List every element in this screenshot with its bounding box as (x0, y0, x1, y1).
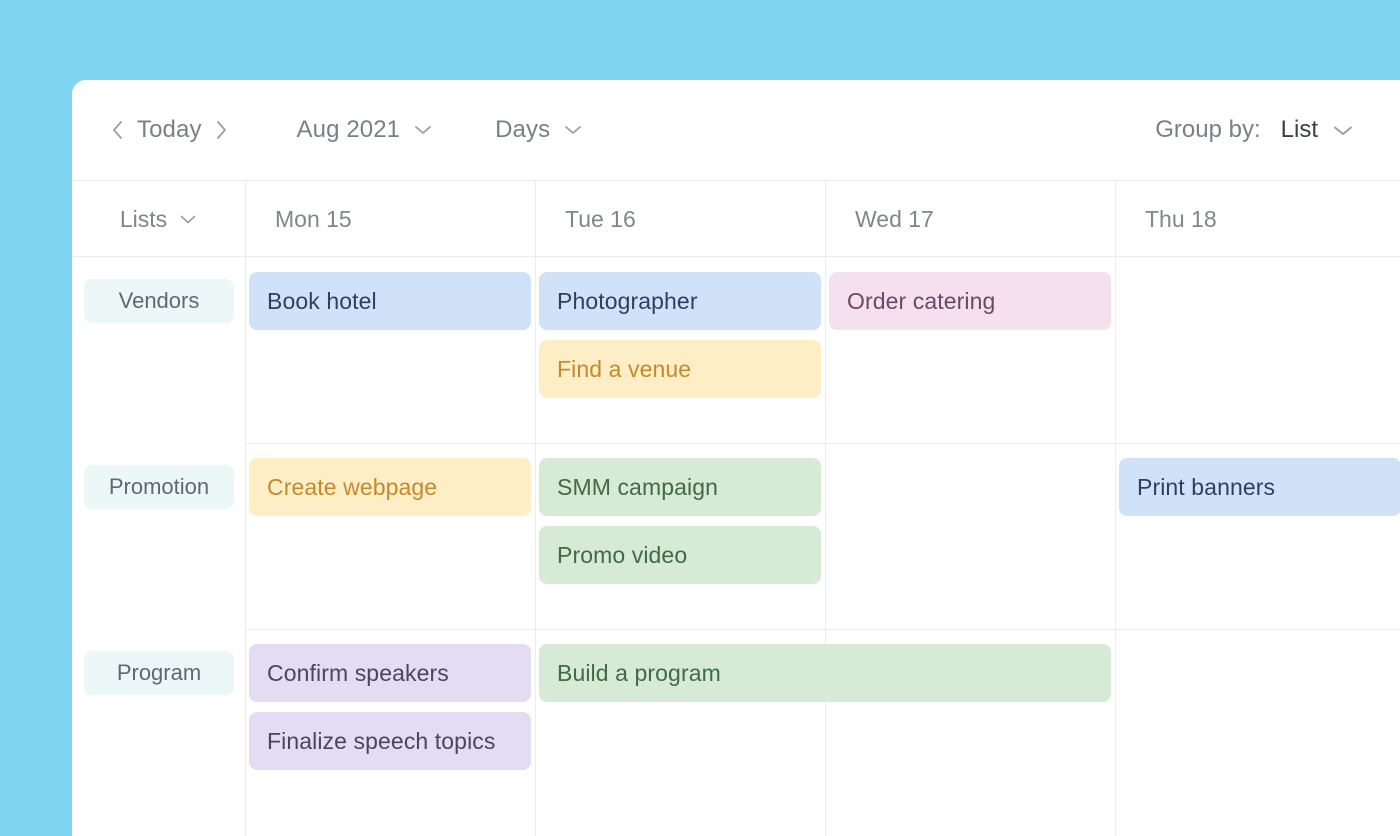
group-by-label: Group by: (1155, 116, 1260, 144)
group-by-value[interactable]: List (1281, 116, 1318, 144)
task-title: Build a program (557, 660, 721, 687)
toolbar-right-group: Group by: List (1155, 116, 1400, 144)
scale-selector[interactable]: Days (495, 116, 583, 144)
toolbar-left-group: Today Aug 2021 Days (72, 114, 583, 146)
calendar-panel: Today Aug 2021 Days (72, 80, 1400, 836)
list-group-label: Program (117, 660, 201, 686)
list-group-chip[interactable]: Promotion (84, 465, 234, 509)
task-title: Print banners (1137, 474, 1275, 501)
list-group-label: Vendors (119, 288, 200, 314)
day-column-label: Wed 17 (855, 206, 934, 233)
chevron-left-icon[interactable] (104, 114, 131, 146)
task-card[interactable]: Book hotel (249, 272, 531, 330)
task-card[interactable]: Photographer (539, 272, 821, 330)
chevron-down-icon[interactable] (1332, 124, 1354, 137)
day-column-label: Mon 15 (275, 206, 352, 233)
task-card[interactable]: Create webpage (249, 458, 531, 516)
list-group-chip[interactable]: Vendors (84, 279, 234, 323)
grid-body: Vendors Book hotel Photographer Find a venu… (72, 257, 1400, 836)
task-card[interactable]: Finalize speech topics (249, 712, 531, 770)
group-row: Vendors Book hotel Photographer Find a venu… (72, 257, 1400, 443)
task-title: Order catering (847, 288, 995, 315)
lists-header-toggle[interactable]: Lists (120, 206, 197, 233)
task-card[interactable]: Find a venue (539, 340, 821, 398)
day-column-header[interactable]: Tue 16 (535, 181, 825, 257)
task-title: Find a venue (557, 356, 691, 383)
task-card[interactable]: Promo video (539, 526, 821, 584)
task-title: Finalize speech topics (267, 728, 495, 755)
task-title: Photographer (557, 288, 698, 315)
task-title: Create webpage (267, 474, 437, 501)
task-title: Confirm speakers (267, 660, 449, 687)
list-group-label: Promotion (109, 474, 209, 500)
day-column-header[interactable]: Thu 18 (1115, 181, 1400, 257)
chevron-down-icon (413, 124, 433, 136)
day-column-label: Tue 16 (565, 206, 636, 233)
group-row: Program Confirm speakers Finalize speech t… (72, 629, 1400, 836)
task-card[interactable]: SMM campaign (539, 458, 821, 516)
task-card[interactable]: Build a program (539, 644, 1111, 702)
chevron-down-icon (563, 124, 583, 136)
day-column-header[interactable]: Wed 17 (825, 181, 1115, 257)
task-card[interactable]: Order catering (829, 272, 1111, 330)
chevron-right-icon[interactable] (208, 114, 235, 146)
group-row: Promotion Create webpage SMM campaign Promo… (72, 443, 1400, 629)
period-selector[interactable]: Aug 2021 (297, 116, 434, 144)
lists-header-label: Lists (120, 206, 167, 233)
task-card[interactable]: Confirm speakers (249, 644, 531, 702)
day-column-label: Thu 18 (1145, 206, 1217, 233)
calendar-grid: Lists Mon 15 Tue 16 Wed 17 Thu 18 Vendors Boo… (72, 181, 1400, 836)
day-column-header[interactable]: Mon 15 (245, 181, 535, 257)
today-button[interactable]: Today (131, 116, 208, 144)
scale-label: Days (495, 116, 550, 144)
toolbar: Today Aug 2021 Days (72, 80, 1400, 181)
list-group-chip[interactable]: Program (84, 651, 234, 695)
task-title: Promo video (557, 542, 687, 569)
period-label: Aug 2021 (297, 116, 401, 144)
chevron-down-icon (179, 214, 197, 225)
grid-header-row: Lists Mon 15 Tue 16 Wed 17 Thu 18 (72, 181, 1400, 257)
task-title: SMM campaign (557, 474, 718, 501)
lists-column-header[interactable]: Lists (72, 181, 245, 257)
task-card[interactable]: Print banners (1119, 458, 1400, 516)
task-title: Book hotel (267, 288, 377, 315)
